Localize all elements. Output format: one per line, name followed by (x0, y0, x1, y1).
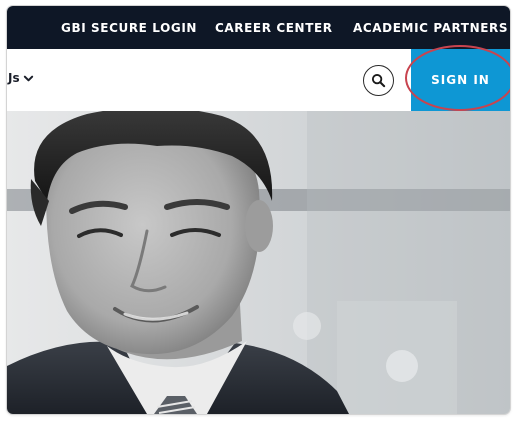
hero-photo (7, 111, 510, 414)
main-nav: Js SIGN IN (7, 49, 510, 111)
utility-bar: GBI SECURE LOGIN CAREER CENTER ACADEMIC … (7, 6, 510, 49)
hero-image (7, 111, 510, 414)
search-icon (371, 73, 386, 88)
academic-partners-link[interactable]: ACADEMIC PARTNERS (353, 21, 508, 35)
sign-in-button[interactable]: SIGN IN (411, 49, 510, 111)
career-center-link[interactable]: CAREER CENTER (215, 21, 333, 35)
nav-item-label: Js (8, 71, 20, 85)
search-button[interactable] (363, 65, 394, 96)
gbi-secure-login-link[interactable]: GBI SECURE LOGIN (61, 21, 197, 35)
chevron-down-icon (23, 75, 33, 81)
sign-in-label: SIGN IN (431, 73, 490, 87)
nav-item-about-us[interactable]: Js (8, 71, 34, 85)
browser-frame: GBI SECURE LOGIN CAREER CENTER ACADEMIC … (6, 5, 511, 415)
